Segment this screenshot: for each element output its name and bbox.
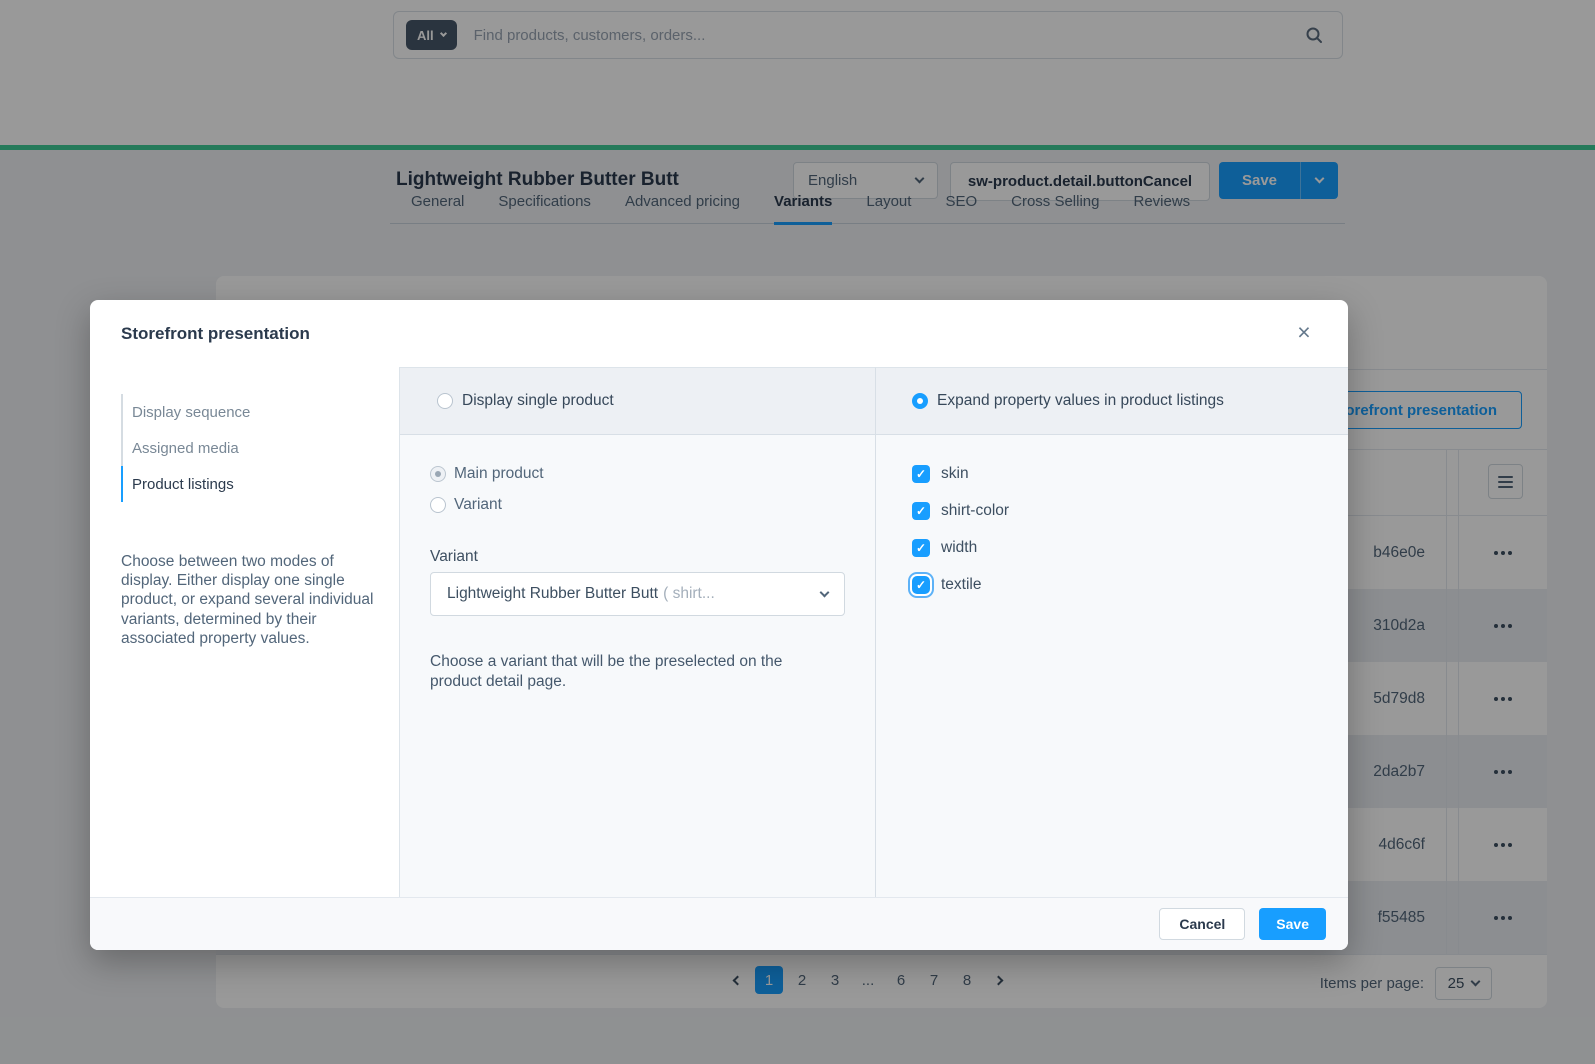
checkbox-checked-icon: ✓ xyxy=(912,539,930,557)
checkbox-checked-icon: ✓ xyxy=(912,576,930,594)
expand-properties-option: Expand property values in product listin… xyxy=(875,367,1348,435)
close-icon[interactable]: × xyxy=(1290,318,1318,346)
main-product-label: Main product xyxy=(454,465,544,483)
variant-radio[interactable] xyxy=(430,497,446,513)
checkbox-checked-icon: ✓ xyxy=(912,502,930,520)
expand-properties-label: Expand property values in product listin… xyxy=(937,392,1224,410)
property-option-shirt-color[interactable]: ✓ shirt-color xyxy=(912,502,1348,520)
sidebar-item-assigned-media[interactable]: Assigned media xyxy=(121,430,399,466)
expand-properties-panel: ✓ skin ✓ shirt-color ✓ width ✓ textile xyxy=(875,435,1348,897)
mode-description: Choose between two modes of display. Eit… xyxy=(121,552,389,648)
main-product-radio[interactable] xyxy=(430,466,446,482)
sidebar-item-display-sequence[interactable]: Display sequence xyxy=(121,394,399,430)
property-option-width[interactable]: ✓ width xyxy=(912,539,1348,557)
variant-option: Variant xyxy=(430,496,875,514)
sidebar-item-product-listings[interactable]: Product listings xyxy=(121,466,399,502)
cancel-button[interactable]: Cancel xyxy=(1159,908,1245,940)
variant-select-value-suffix: ( shirt... xyxy=(663,585,715,603)
modal-title: Storefront presentation xyxy=(121,300,310,367)
variant-select[interactable]: Lightweight Rubber Butter Butt ( shirt..… xyxy=(430,572,845,616)
property-label: shirt-color xyxy=(941,502,1009,520)
chevron-down-icon xyxy=(820,587,830,597)
single-product-panel: Main product Variant Variant Lightweight… xyxy=(400,435,875,897)
property-label: textile xyxy=(941,576,982,594)
modal-header: Storefront presentation × xyxy=(90,300,1348,367)
storefront-presentation-modal: Storefront presentation × Display sequen… xyxy=(90,300,1348,950)
screen: All Lightweight Rubber Butter Butt Engli… xyxy=(0,0,1595,1064)
expand-properties-radio[interactable] xyxy=(912,393,928,409)
display-single-product-label: Display single product xyxy=(462,392,614,410)
modal-footer: Cancel Save xyxy=(90,897,1348,950)
variant-field-label: Variant xyxy=(430,548,875,566)
modal-sidebar: Display sequence Assigned media Product … xyxy=(90,367,400,897)
main-product-option: Main product xyxy=(430,465,875,483)
checkbox-checked-icon: ✓ xyxy=(912,465,930,483)
variant-help-text: Choose a variant that will be the presel… xyxy=(430,652,830,691)
variant-select-value: Lightweight Rubber Butter Butt xyxy=(447,585,658,603)
property-option-skin[interactable]: ✓ skin xyxy=(912,465,1348,483)
modal-main: Display single product Expand property v… xyxy=(400,367,1348,897)
property-label: skin xyxy=(941,465,969,483)
save-button[interactable]: Save xyxy=(1259,908,1326,940)
display-single-product-radio[interactable] xyxy=(437,393,453,409)
variant-radio-label: Variant xyxy=(454,496,502,514)
single-product-option: Display single product xyxy=(400,367,875,435)
modal-body: Display sequence Assigned media Product … xyxy=(90,367,1348,897)
property-option-textile[interactable]: ✓ textile xyxy=(912,576,1348,594)
property-label: width xyxy=(941,539,977,557)
